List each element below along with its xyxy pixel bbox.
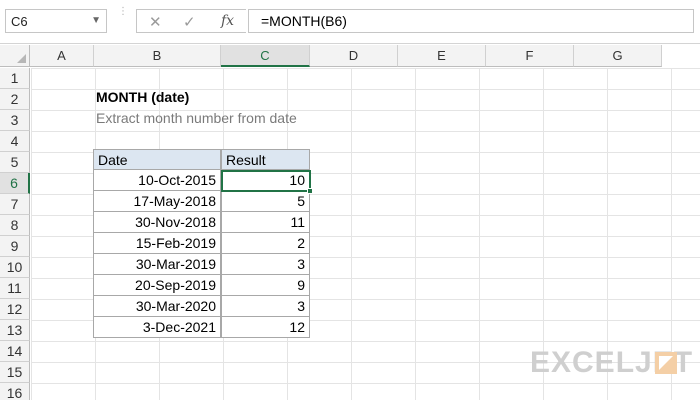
table-cell-result[interactable]: 11 xyxy=(221,212,310,233)
row-header-12[interactable]: 12 xyxy=(0,299,30,320)
table-header-date[interactable]: Date xyxy=(93,149,221,170)
column-header-c[interactable]: C xyxy=(221,45,310,67)
column-header-a[interactable]: A xyxy=(30,45,94,67)
column-header-b[interactable]: B xyxy=(94,45,221,67)
row-header-1[interactable]: 1 xyxy=(0,68,30,89)
row-header-10[interactable]: 10 xyxy=(0,257,30,278)
table-cell-date[interactable]: 30-Nov-2018 xyxy=(93,212,221,233)
row-header-5[interactable]: 5 xyxy=(0,152,30,173)
column-header-e[interactable]: E xyxy=(398,45,486,67)
table-cell-result[interactable]: 5 xyxy=(221,191,310,212)
chevron-down-icon[interactable]: ▼ xyxy=(91,15,101,26)
table-cell-date[interactable]: 20-Sep-2019 xyxy=(93,275,221,296)
table-cell-date[interactable]: 17-May-2018 xyxy=(93,191,221,212)
column-header-f[interactable]: F xyxy=(486,45,574,67)
active-cell-border xyxy=(221,170,311,192)
row-header-15[interactable]: 15 xyxy=(0,362,30,383)
exceljet-logo-mark-icon xyxy=(655,352,677,374)
table-cell-result[interactable]: 2 xyxy=(221,233,310,254)
formula-bar: C6 ▼ ⋮ ✕ ✓ fx =MONTH(B6) xyxy=(0,0,700,44)
column-header-d[interactable]: D xyxy=(310,45,398,67)
select-all-button[interactable] xyxy=(0,45,30,67)
table-cell-date[interactable]: 30-Mar-2019 xyxy=(93,254,221,275)
formula-bar-buttons: ✕ ✓ fx xyxy=(136,9,246,33)
name-box-value: C6 xyxy=(11,14,28,29)
table-cell-date[interactable]: 30-Mar-2020 xyxy=(93,296,221,317)
table-cell-date[interactable]: 15-Feb-2019 xyxy=(93,233,221,254)
row-header-14[interactable]: 14 xyxy=(0,341,30,362)
enter-icon[interactable]: ✓ xyxy=(183,13,196,31)
row-header-13[interactable]: 13 xyxy=(0,320,30,341)
sheet-subtitle[interactable]: Extract month number from date xyxy=(96,108,297,129)
sheet-title[interactable]: MONTH (date) xyxy=(96,87,189,108)
row-header-7[interactable]: 7 xyxy=(0,194,30,215)
formula-text: =MONTH(B6) xyxy=(261,13,347,29)
row-header-4[interactable]: 4 xyxy=(0,131,30,152)
select-all-triangle-icon xyxy=(17,54,26,63)
insert-function-icon[interactable]: fx xyxy=(221,13,234,29)
table-cell-date[interactable]: 10-Oct-2015 xyxy=(93,170,221,191)
row-header-9[interactable]: 9 xyxy=(0,236,30,257)
table-cell-result[interactable]: 9 xyxy=(221,275,310,296)
name-box[interactable]: C6 ▼ xyxy=(5,9,107,33)
row-header-6[interactable]: 6 xyxy=(0,173,30,194)
formula-input[interactable]: =MONTH(B6) xyxy=(248,9,694,33)
row-header-8[interactable]: 8 xyxy=(0,215,30,236)
row-header-2[interactable]: 2 xyxy=(0,89,30,110)
fill-handle[interactable] xyxy=(307,188,313,194)
table-header-result[interactable]: Result xyxy=(221,149,310,170)
cancel-icon[interactable]: ✕ xyxy=(149,13,162,31)
table-cell-result[interactable]: 12 xyxy=(221,317,310,338)
column-header-g[interactable]: G xyxy=(574,45,662,67)
table-cell-result[interactable]: 3 xyxy=(221,296,310,317)
table-cell-result[interactable]: 3 xyxy=(221,254,310,275)
row-header-11[interactable]: 11 xyxy=(0,278,30,299)
table-cell-date[interactable]: 3-Dec-2021 xyxy=(93,317,221,338)
row-header-3[interactable]: 3 xyxy=(0,110,30,131)
row-header-16[interactable]: 16 xyxy=(0,383,30,400)
drag-handle-icon[interactable]: ⋮ xyxy=(118,7,128,34)
